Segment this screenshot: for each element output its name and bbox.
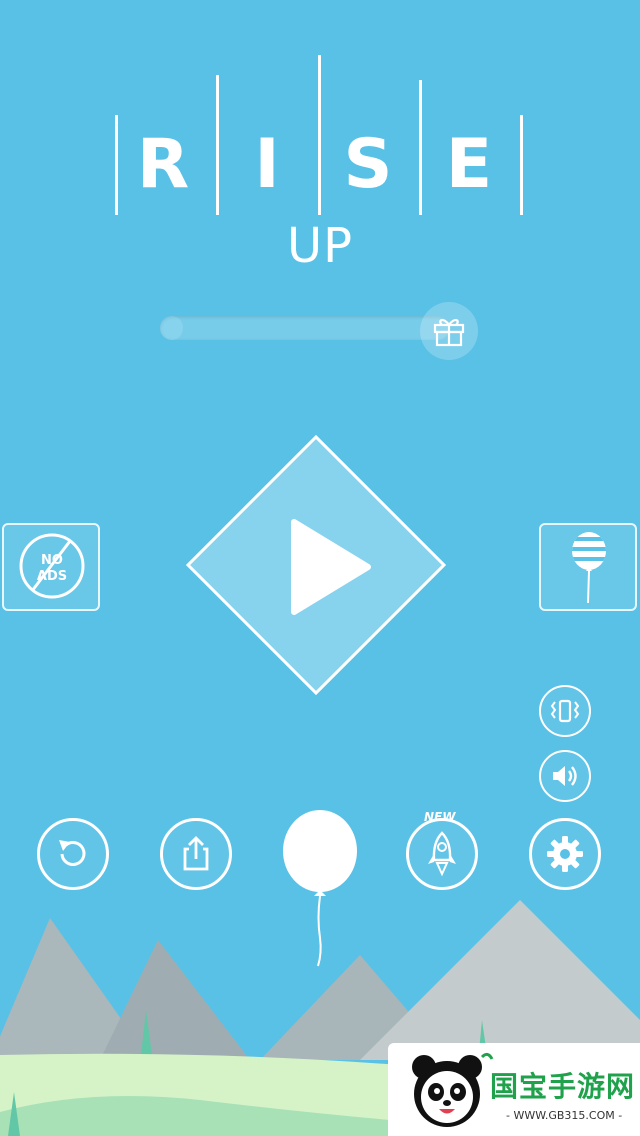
panda-logo: [412, 1052, 494, 1127]
play-icon[interactable]: [288, 518, 372, 616]
title-letter-i: I: [254, 125, 280, 204]
no-ads-label-line2: ADS: [37, 569, 67, 584]
reward-progress-bar: [160, 316, 450, 340]
mountain-right: [360, 900, 640, 1060]
mountain-mid: [100, 940, 250, 1060]
player-balloon: [283, 810, 357, 967]
title-divider-2: [216, 75, 219, 215]
gear-icon: [547, 836, 583, 872]
title-letter-s: S: [343, 125, 393, 204]
rocket-button[interactable]: [406, 818, 478, 890]
rocket-icon: [428, 831, 456, 877]
sound-toggle[interactable]: [539, 750, 591, 802]
no-ads-icon: NO ADS: [19, 533, 85, 599]
share-icon: [183, 836, 209, 871]
title-divider-5: [520, 115, 523, 215]
title-divider-1: [115, 115, 118, 215]
gift-button[interactable]: [420, 302, 478, 360]
share-button[interactable]: [160, 818, 232, 890]
title-letter-e: E: [445, 125, 493, 204]
striped-balloon-icon: [572, 532, 606, 604]
title-divider-3: [318, 55, 321, 215]
vibration-toggle[interactable]: [539, 685, 591, 737]
no-ads-button[interactable]: NO ADS: [2, 523, 100, 611]
settings-button[interactable]: [529, 818, 601, 890]
title-subtitle: UP: [286, 218, 354, 274]
watermark-url: - WWW.GB315.COM -: [506, 1109, 623, 1122]
gift-icon: [433, 319, 465, 347]
restart-button[interactable]: [37, 818, 109, 890]
vibration-icon: [550, 699, 580, 723]
title-divider-4: [419, 80, 422, 215]
speaker-icon: [553, 766, 577, 786]
watermark: 国宝手游网 - WWW.GB315.COM -: [388, 1043, 640, 1136]
no-ads-label-line1: NO: [41, 553, 63, 568]
new-badge: NEW: [424, 810, 456, 824]
balloon-skins-button[interactable]: [539, 523, 637, 611]
title-letter-r: R: [136, 125, 190, 204]
watermark-brand: 国宝手游网: [490, 1070, 636, 1103]
restart-icon: [59, 840, 86, 866]
reward-progress-fill: [160, 316, 184, 340]
